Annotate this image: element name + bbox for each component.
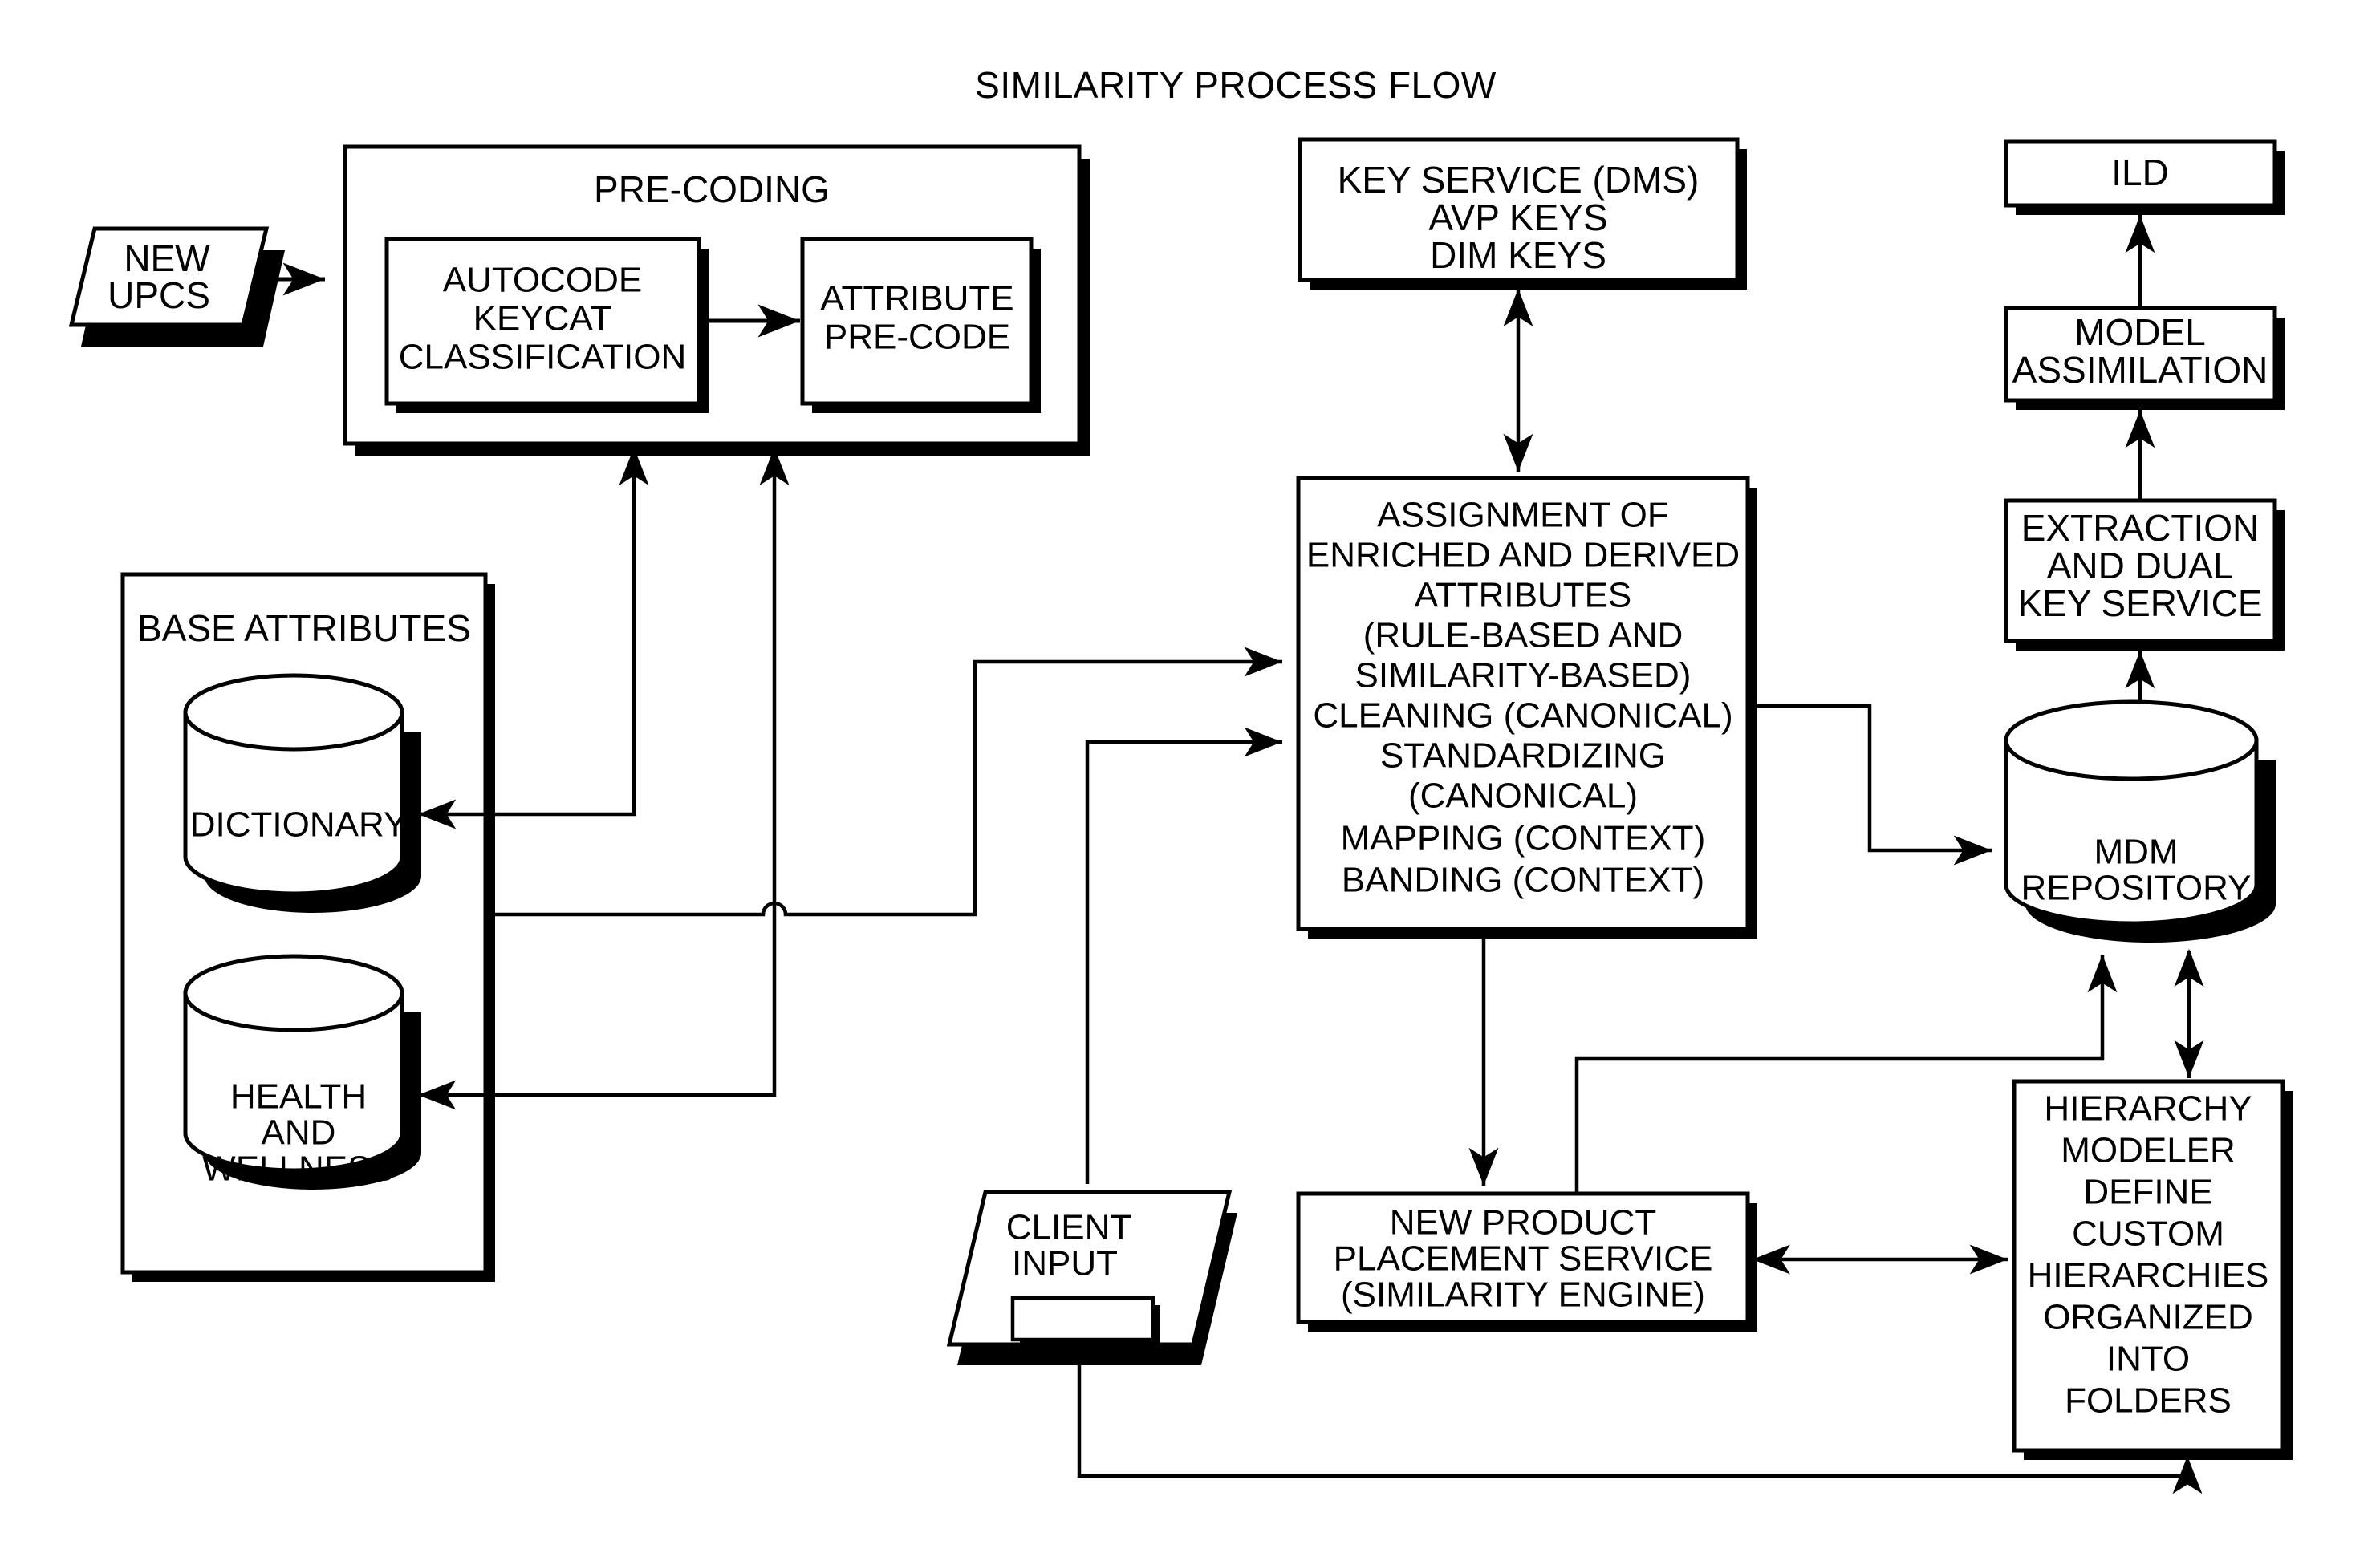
group-base-attributes: BASE ATTRIBUTES DICTIONARY HEALTH AND WE… [120, 572, 495, 1282]
assignment-line5: SIMILARITY-BASED) [1355, 656, 1692, 695]
group-precoding: PRE-CODING AUTOCODE KEYCAT CLASSIFICATIO… [343, 144, 1090, 456]
key-service-line1: KEY SERVICE (DMS) [1338, 159, 1700, 201]
health-line2: AND [262, 1113, 336, 1153]
autocode-line3: CLASSIFICATION [399, 338, 687, 377]
assignment-line7: STANDARDIZING [1380, 736, 1666, 776]
hierarchy-line1: HIERARCHY [2044, 1089, 2252, 1129]
new-upcs-line2: UPCS [108, 274, 210, 316]
client-input-line2: INPUT [1012, 1244, 1118, 1283]
key-service-line3: DIM KEYS [1430, 234, 1606, 276]
ild-label: ILD [2111, 152, 2169, 193]
new-upcs-line1: NEW [124, 237, 210, 279]
node-new-upcs: NEW UPCS [68, 226, 285, 347]
assignment-line2: ENRICHED AND DERIVED [1306, 536, 1740, 575]
node-hierarchy-modeler: HIERARCHY MODELER DEFINE CUSTOM HIERARCH… [2012, 1079, 2293, 1460]
model-assimilation-line1: MODEL [2074, 311, 2206, 353]
hierarchy-line6: ORGANIZED [2043, 1298, 2253, 1337]
extraction-line2: AND DUAL [2047, 545, 2234, 586]
autocode-line2: KEYCAT [473, 299, 612, 339]
connector-assignment-mdm [1748, 704, 1992, 866]
node-extraction-and-dual-key-service: EXTRACTION AND DUAL KEY SERVICE [2004, 498, 2285, 651]
assignment-line10: BANDING (CONTEXT) [1342, 861, 1704, 900]
hierarchy-line4: CUSTOM [2072, 1214, 2224, 1254]
assignment-line8: (CANONICAL) [1408, 776, 1638, 816]
hierarchy-line8: FOLDERS [2065, 1381, 2232, 1421]
node-new-product-placement-service: NEW PRODUCT PLACEMENT SERVICE (SIMILARIT… [1296, 1191, 1757, 1332]
node-health-and-wellness: HEALTH AND WELLNESS [183, 954, 421, 1190]
dictionary-label: DICTIONARY [190, 805, 408, 845]
node-assignment-of-attributes: ASSIGNMENT OF ENRICHED AND DERIVED ATTRI… [1296, 476, 1757, 939]
npps-line3: (SIMILARITY ENGINE) [1341, 1275, 1705, 1315]
extraction-line3: KEY SERVICE [2017, 582, 2262, 624]
connector-client-input-assignment [1085, 727, 1282, 1184]
key-service-line2: AVP KEYS [1428, 197, 1607, 238]
page-title: SIMILARITY PROCESS FLOW [975, 64, 1497, 106]
npps-line1: NEW PRODUCT [1390, 1203, 1656, 1243]
hierarchy-line2: MODELER [2061, 1131, 2236, 1170]
hierarchy-line7: INTO [2106, 1340, 2190, 1379]
node-client-input: CLIENT INPUT [946, 1190, 1237, 1365]
health-line1: HEALTH [230, 1077, 367, 1117]
node-model-assimilation: MODEL ASSIMILATION [2004, 306, 2285, 410]
npps-line2: PLACEMENT SERVICE [1334, 1239, 1713, 1279]
extraction-line1: EXTRACTION [2021, 507, 2259, 549]
hierarchy-line3: DEFINE [2083, 1173, 2212, 1212]
attribute-precode-line2: PRE-CODE [824, 318, 1010, 357]
node-key-service-dms: KEY SERVICE (DMS) AVP KEYS DIM KEYS [1298, 137, 1747, 290]
node-ild: ILD [2004, 139, 2285, 215]
mdm-line2: REPOSITORY [2021, 869, 2252, 908]
connector-base-attributes-assignment-upper [485, 647, 1282, 917]
client-input-line1: CLIENT [1006, 1208, 1131, 1247]
node-attribute-pre-code: ATTRIBUTE PRE-CODE [800, 237, 1041, 413]
mdm-line1: MDM [2094, 833, 2178, 872]
autocode-line1: AUTOCODE [443, 261, 643, 300]
assignment-line9: MAPPING (CONTEXT) [1341, 819, 1706, 858]
base-attributes-label: BASE ATTRIBUTES [137, 607, 471, 649]
node-dictionary: DICTIONARY [183, 673, 421, 913]
precoding-label: PRE-CODING [594, 168, 830, 210]
assignment-line1: ASSIGNMENT OF [1377, 496, 1668, 535]
hierarchy-line5: HIERARCHIES [2028, 1256, 2269, 1296]
assignment-line4: (RULE-BASED AND [1363, 616, 1683, 655]
attribute-precode-line1: ATTRIBUTE [820, 279, 1013, 318]
client-input-card-icon [1010, 1296, 1155, 1342]
model-assimilation-line2: ASSIMILATION [2012, 349, 2268, 391]
diagram-canvas: SIMILARITY PROCESS FLOW NEW UPCS PRE-COD… [0, 0, 2380, 1553]
node-autocode-keycat-classification: AUTOCODE KEYCAT CLASSIFICATION [384, 237, 709, 413]
assignment-line6: CLEANING (CANONICAL) [1313, 696, 1732, 736]
node-mdm-repository: MDM REPOSITORY [2004, 699, 2276, 943]
assignment-line3: ATTRIBUTES [1415, 576, 1632, 615]
health-line3: WELLNESS [202, 1150, 395, 1189]
